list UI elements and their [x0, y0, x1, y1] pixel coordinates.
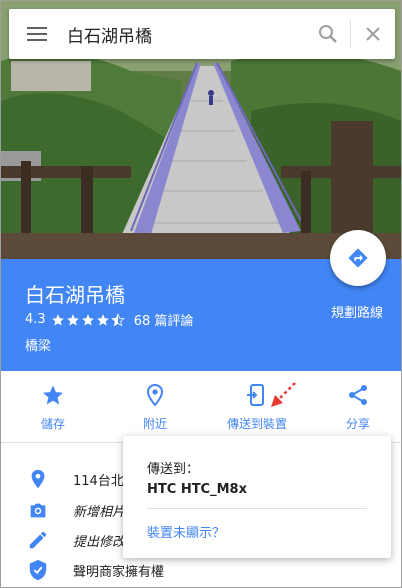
- search-icon[interactable]: [306, 9, 350, 59]
- add-photo-text: 新增相片: [73, 504, 126, 520]
- directions-label[interactable]: 規劃路線: [317, 302, 397, 321]
- popup-title: 傳送到：: [147, 462, 200, 477]
- action-bar: 儲存 附近 傳送到裝置 分享: [1, 371, 401, 443]
- search-input[interactable]: 白石湖吊橋: [65, 22, 306, 47]
- share-icon: [349, 385, 367, 405]
- claim-business-text: 聲明商家擁有權: [73, 564, 165, 580]
- nearby-icon: [146, 383, 164, 407]
- search-bar: 白石湖吊橋: [9, 9, 395, 59]
- star-icon: [81, 313, 94, 326]
- annotation-arrow-icon: [271, 382, 296, 407]
- star-icon: [43, 385, 63, 405]
- location-pin-icon: [31, 469, 45, 489]
- save-label: 儲存: [40, 417, 65, 431]
- directions-button[interactable]: [330, 230, 386, 286]
- verified-shield-icon: [29, 559, 47, 581]
- claim-business-row[interactable]: 聲明商家擁有權: [1, 555, 401, 585]
- camera-icon: [30, 503, 46, 518]
- close-icon[interactable]: [351, 9, 395, 59]
- edit-icon: [29, 531, 47, 549]
- share-button[interactable]: 分享: [313, 383, 401, 432]
- popup-divider: [147, 508, 367, 509]
- rating-value: 4.3: [25, 312, 46, 327]
- send-to-device-popup: 傳送到： HTC HTC_M8x 裝置未顯示？: [123, 436, 391, 558]
- review-count[interactable]: 68 篇評論: [134, 310, 194, 329]
- device-option[interactable]: HTC HTC_M8x: [147, 482, 247, 497]
- device-missing-link[interactable]: 裝置未顯示？: [147, 522, 225, 541]
- directions-icon: [348, 248, 368, 268]
- rating-row[interactable]: 4.3 68 篇評論: [25, 310, 193, 329]
- rating-stars: [51, 312, 126, 327]
- app-frame: 白石湖吊橋 白石湖吊橋 4.3 68 篇評論 橋梁 規劃路線 儲存 附近 傳送到…: [0, 0, 402, 588]
- menu-icon[interactable]: [9, 9, 65, 59]
- star-icon: [51, 313, 64, 326]
- save-button[interactable]: 儲存: [8, 383, 98, 432]
- star-icon: [66, 313, 79, 326]
- send-to-device-label: 傳送到裝置: [226, 417, 287, 431]
- place-category: 橋梁: [25, 339, 52, 354]
- place-title: 白石湖吊橋: [25, 283, 125, 307]
- star-icon: [96, 313, 109, 326]
- share-label: 分享: [345, 417, 370, 431]
- star-half-icon: [110, 312, 125, 326]
- nearby-label: 附近: [142, 417, 167, 431]
- nearby-button[interactable]: 附近: [110, 383, 200, 432]
- suggest-edit-text: 提出修改: [73, 534, 126, 550]
